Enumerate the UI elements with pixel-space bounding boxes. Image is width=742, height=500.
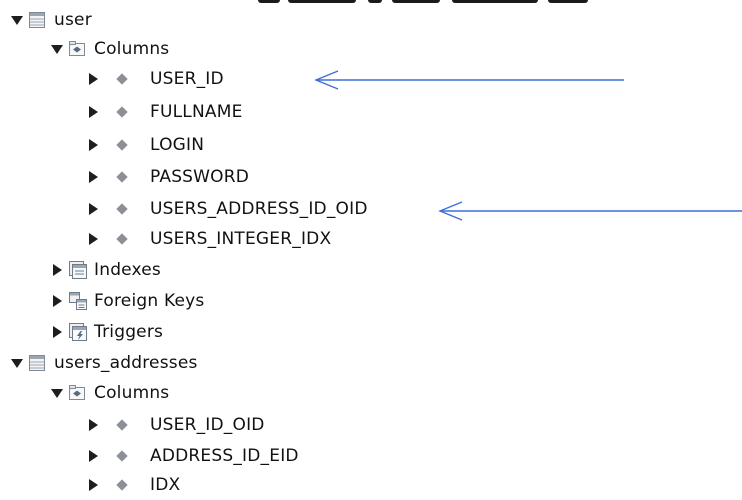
expand-toggle-icon[interactable] bbox=[86, 162, 100, 192]
column-icon bbox=[116, 73, 128, 85]
column-label: USER_ID_OID bbox=[150, 415, 265, 435]
folder-label: Columns bbox=[94, 39, 170, 59]
tree-node-table-users-addresses[interactable]: users_addresses bbox=[0, 348, 300, 378]
expand-toggle-icon[interactable] bbox=[86, 97, 100, 127]
tree-node-column[interactable]: PASSWORD bbox=[0, 162, 300, 192]
arrow-left-icon bbox=[314, 70, 624, 90]
foreign-keys-icon bbox=[69, 292, 87, 310]
tree-node-column[interactable]: FULLNAME bbox=[0, 97, 300, 127]
expand-toggle-icon[interactable] bbox=[86, 470, 100, 500]
arrow-left-icon bbox=[438, 201, 742, 221]
tree-node-columns-folder[interactable]: Columns bbox=[0, 34, 300, 64]
tree-node-columns-folder[interactable]: Columns bbox=[0, 378, 300, 408]
tree-node-indexes[interactable]: Indexes bbox=[0, 255, 300, 285]
column-label: LOGIN bbox=[150, 135, 205, 155]
expand-toggle-icon[interactable] bbox=[50, 255, 64, 285]
folder-label: Triggers bbox=[94, 322, 164, 342]
column-icon bbox=[116, 171, 128, 183]
column-icon bbox=[116, 419, 128, 431]
table-name: users_addresses bbox=[54, 353, 198, 373]
table-icon bbox=[29, 12, 45, 28]
collapse-toggle-icon[interactable] bbox=[10, 348, 24, 378]
table-icon bbox=[29, 355, 45, 371]
collapse-toggle-icon[interactable] bbox=[50, 34, 64, 64]
collapse-toggle-icon[interactable] bbox=[10, 5, 24, 35]
tree-node-foreign-keys[interactable]: Foreign Keys bbox=[0, 286, 300, 316]
folder-label: Columns bbox=[94, 383, 170, 403]
tree-node-column[interactable]: IDX bbox=[0, 470, 300, 500]
column-label: ADDRESS_ID_EID bbox=[150, 446, 299, 466]
expand-toggle-icon[interactable] bbox=[50, 286, 64, 316]
folder-label: Indexes bbox=[94, 260, 161, 280]
column-icon bbox=[116, 233, 128, 245]
columns-folder-icon bbox=[69, 41, 85, 56]
column-icon bbox=[116, 203, 128, 215]
collapse-toggle-icon[interactable] bbox=[50, 378, 64, 408]
column-label: PASSWORD bbox=[150, 167, 250, 187]
indexes-icon bbox=[69, 261, 87, 279]
expand-toggle-icon[interactable] bbox=[86, 194, 100, 224]
expand-toggle-icon[interactable] bbox=[86, 410, 100, 440]
tree-node-table-user[interactable]: user bbox=[0, 5, 300, 35]
column-icon bbox=[116, 139, 128, 151]
tree-node-column[interactable]: LOGIN bbox=[0, 130, 300, 160]
expand-toggle-icon[interactable] bbox=[86, 64, 100, 94]
expand-toggle-icon[interactable] bbox=[86, 441, 100, 471]
tree-node-column[interactable]: USER_ID_OID bbox=[0, 410, 300, 440]
column-label: USERS_ADDRESS_ID_OID bbox=[150, 199, 368, 219]
column-label: USERS_INTEGER_IDX bbox=[150, 229, 332, 249]
column-label: IDX bbox=[150, 475, 181, 495]
table-name: user bbox=[54, 10, 92, 30]
tree-node-triggers[interactable]: Triggers bbox=[0, 317, 300, 347]
column-icon bbox=[116, 450, 128, 462]
column-label: USER_ID bbox=[150, 69, 224, 89]
column-icon bbox=[116, 479, 128, 491]
expand-toggle-icon[interactable] bbox=[86, 130, 100, 160]
columns-folder-icon bbox=[69, 385, 85, 400]
folder-label: Foreign Keys bbox=[94, 291, 205, 311]
column-label: FULLNAME bbox=[150, 102, 243, 122]
tree-node-column[interactable]: USER_ID bbox=[0, 64, 300, 94]
triggers-icon bbox=[69, 323, 87, 341]
expand-toggle-icon[interactable] bbox=[50, 317, 64, 347]
expand-toggle-icon[interactable] bbox=[86, 224, 100, 254]
tree-node-column[interactable]: ADDRESS_ID_EID bbox=[0, 441, 300, 471]
column-icon bbox=[116, 106, 128, 118]
tree-node-column[interactable]: USERS_ADDRESS_ID_OID bbox=[0, 194, 367, 224]
tree-node-column[interactable]: USERS_INTEGER_IDX bbox=[0, 224, 332, 254]
